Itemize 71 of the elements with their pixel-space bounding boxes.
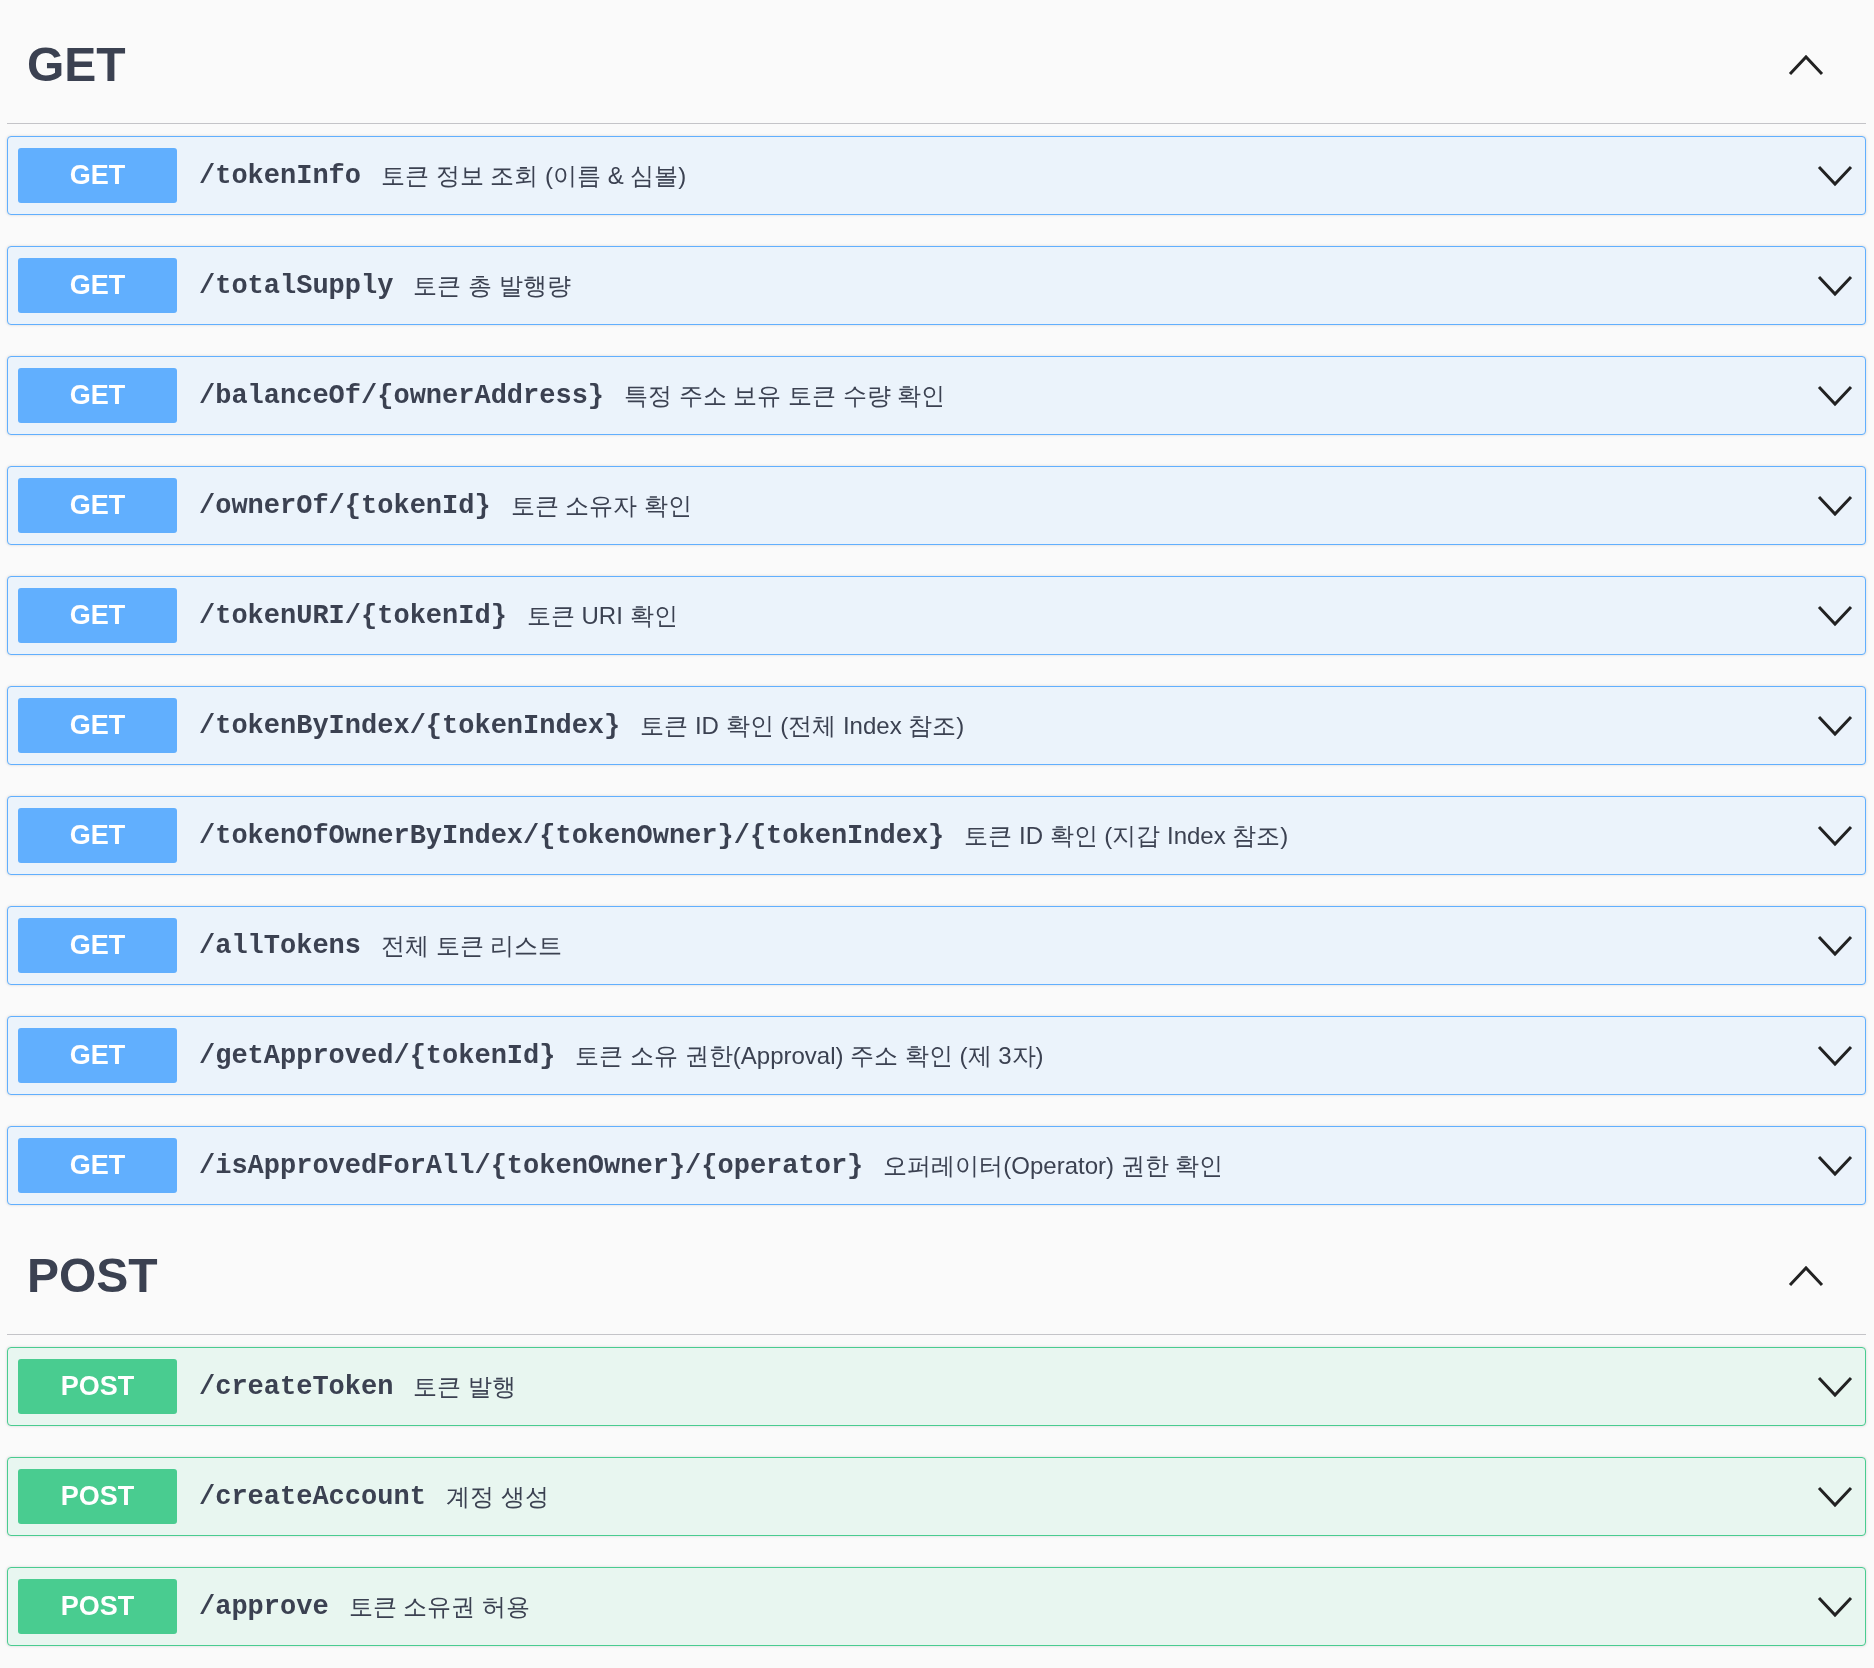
method-badge: GET bbox=[18, 588, 177, 643]
chevron-down-icon[interactable] bbox=[1817, 1044, 1853, 1067]
operation-row[interactable]: GET /tokenInfo 토큰 정보 조회 (이름 & 심볼) bbox=[7, 136, 1866, 215]
endpoint-path: /createAccount bbox=[199, 1481, 426, 1512]
endpoint-summary: 전체 토큰 리스트 bbox=[381, 930, 564, 961]
operation-row[interactable]: GET /totalSupply 토큰 총 발행량 bbox=[7, 246, 1866, 325]
method-badge: GET bbox=[18, 918, 177, 973]
endpoint-summary: 토큰 소유자 확인 bbox=[510, 490, 693, 521]
operation-row[interactable]: GET /ownerOf/{tokenId} 토큰 소유자 확인 bbox=[7, 466, 1866, 545]
chevron-down-icon[interactable] bbox=[1817, 1154, 1853, 1177]
endpoint-path: /getApproved/{tokenId} bbox=[199, 1040, 556, 1071]
method-badge: POST bbox=[18, 1469, 177, 1524]
endpoint-path: /createToken bbox=[199, 1371, 394, 1402]
operation-row[interactable]: GET /getApproved/{tokenId} 토큰 소유 권한(Approval) 주소 확인 (제 3자) bbox=[7, 1016, 1866, 1095]
endpoint-summary: 토큰 URI 확인 bbox=[526, 600, 679, 631]
operation-row[interactable]: POST /approve 토큰 소유권 허용 bbox=[7, 1567, 1866, 1646]
endpoint-path: /balanceOf/{ownerAddress} bbox=[199, 380, 605, 411]
endpoint-path: /totalSupply bbox=[199, 270, 394, 301]
section-header[interactable]: GET bbox=[7, 0, 1866, 124]
endpoint-summary: 토큰 소유 권한(Approval) 주소 확인 (제 3자) bbox=[575, 1040, 1045, 1071]
endpoint-summary: 토큰 ID 확인 (지갑 Index 참조) bbox=[964, 820, 1290, 851]
endpoint-path: /approve bbox=[199, 1591, 329, 1622]
operation-row[interactable]: GET /tokenURI/{tokenId} 토큰 URI 확인 bbox=[7, 576, 1866, 655]
chevron-up-icon[interactable] bbox=[1788, 1264, 1824, 1287]
chevron-down-icon[interactable] bbox=[1817, 494, 1853, 517]
chevron-down-icon[interactable] bbox=[1817, 164, 1853, 187]
endpoint-path: /allTokens bbox=[199, 930, 362, 961]
method-badge: POST bbox=[18, 1579, 177, 1634]
operation-row[interactable]: POST /createAccount 계정 생성 bbox=[7, 1457, 1866, 1536]
operation-row[interactable]: GET /balanceOf/{ownerAddress} 특정 주소 보유 토큰 수량 확인 bbox=[7, 356, 1866, 435]
section-title: POST bbox=[27, 1248, 158, 1303]
chevron-down-icon[interactable] bbox=[1817, 1375, 1853, 1398]
method-badge: GET bbox=[18, 1028, 177, 1083]
chevron-down-icon[interactable] bbox=[1817, 604, 1853, 627]
method-badge: GET bbox=[18, 808, 177, 863]
endpoint-path: /isApprovedForAll/{tokenOwner}/{operator} bbox=[199, 1150, 864, 1181]
method-badge: GET bbox=[18, 148, 177, 203]
chevron-down-icon[interactable] bbox=[1817, 934, 1853, 957]
method-badge: POST bbox=[18, 1359, 177, 1414]
endpoint-summary: 토큰 소유권 허용 bbox=[348, 1591, 531, 1622]
endpoint-path: /tokenOfOwnerByIndex/{tokenOwner}/{tokenIndex} bbox=[199, 820, 945, 851]
chevron-down-icon[interactable] bbox=[1817, 384, 1853, 407]
operation-row[interactable]: GET /tokenByIndex/{tokenIndex} 토큰 ID 확인 (전체 Index 참조) bbox=[7, 686, 1866, 765]
operation-row[interactable]: GET /tokenOfOwnerByIndex/{tokenOwner}/{tokenIndex} 토큰 ID 확인 (지갑 Index 참조) bbox=[7, 796, 1866, 875]
operation-row[interactable]: POST /createToken 토큰 발행 bbox=[7, 1347, 1866, 1426]
endpoint-summary: 토큰 ID 확인 (전체 Index 참조) bbox=[640, 710, 966, 741]
chevron-down-icon[interactable] bbox=[1817, 714, 1853, 737]
endpoint-summary: 오퍼레이터(Operator) 권한 확인 bbox=[883, 1150, 1225, 1181]
endpoint-path: /ownerOf/{tokenId} bbox=[199, 490, 491, 521]
endpoint-summary: 계정 생성 bbox=[445, 1481, 550, 1512]
method-badge: GET bbox=[18, 478, 177, 533]
chevron-down-icon[interactable] bbox=[1817, 1485, 1853, 1508]
chevron-up-icon[interactable] bbox=[1788, 53, 1824, 76]
method-badge: GET bbox=[18, 258, 177, 313]
endpoint-path: /tokenByIndex/{tokenIndex} bbox=[199, 710, 621, 741]
endpoint-summary: 토큰 발행 bbox=[413, 1371, 518, 1402]
operation-row[interactable]: GET /isApprovedForAll/{tokenOwner}/{operator} 오퍼레이터(Operator) 권한 확인 bbox=[7, 1126, 1866, 1205]
method-badge: GET bbox=[18, 1138, 177, 1193]
section-header[interactable]: POST bbox=[7, 1211, 1866, 1335]
operation-row[interactable]: GET /allTokens 전체 토큰 리스트 bbox=[7, 906, 1866, 985]
chevron-down-icon[interactable] bbox=[1817, 1595, 1853, 1618]
endpoint-summary: 토큰 총 발행량 bbox=[413, 270, 572, 301]
endpoint-path: /tokenURI/{tokenId} bbox=[199, 600, 507, 631]
chevron-down-icon[interactable] bbox=[1817, 274, 1853, 297]
method-badge: GET bbox=[18, 698, 177, 753]
endpoint-summary: 토큰 정보 조회 (이름 & 심볼) bbox=[381, 160, 688, 191]
chevron-down-icon[interactable] bbox=[1817, 824, 1853, 847]
endpoint-path: /tokenInfo bbox=[199, 160, 362, 191]
endpoint-summary: 특정 주소 보유 토큰 수량 확인 bbox=[624, 380, 947, 411]
method-badge: GET bbox=[18, 368, 177, 423]
section-title: GET bbox=[27, 37, 126, 92]
